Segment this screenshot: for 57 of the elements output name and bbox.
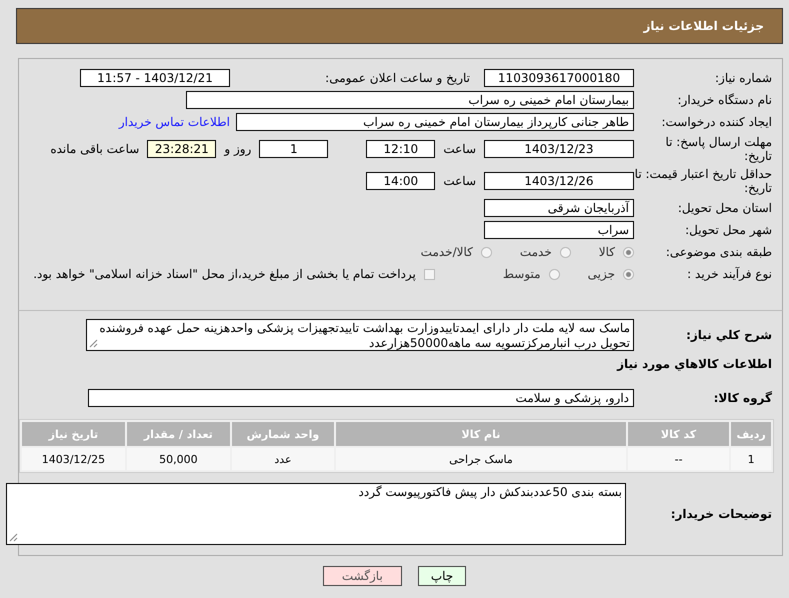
print-button[interactable]: چاپ <box>418 566 466 586</box>
time-field: 12:10 <box>366 140 436 158</box>
announce-date-field: 1403/12/21 - 11:57 <box>80 69 230 87</box>
resize-grip-icon <box>89 339 98 348</box>
description-textarea[interactable]: ماسک سه لایه ملت دار دارای ایمدتاییدوزارت بهداشت تاییدتجهیزات پزشکی واحدهزینه حمل عهده فروشنده تحویل درب انبارمرکزتسویه سه ماهه50000هزارعدد <box>86 319 634 351</box>
province-field: آذربایجان شرقی <box>484 199 634 217</box>
field-label: نام دستگاه خریدار: <box>676 93 773 107</box>
table-cell: ماسک جراحی <box>336 448 626 470</box>
table-cell: عدد <box>232 448 334 470</box>
column-header: کد کالا <box>628 422 730 446</box>
field-label: حداقل تاریخ اعتبار قیمت: تا تاریخ: <box>634 167 773 195</box>
field-label: ایجاد کننده درخواست: <box>660 115 773 129</box>
header-title: جزئیات اطلاعات نیاز <box>643 19 764 33</box>
resize-grip-icon <box>9 533 18 542</box>
remaining-time-field: 23:28:21 <box>147 140 216 158</box>
column-header: نام کالا <box>336 422 626 446</box>
buyer-notes-textarea[interactable]: بسته بندی 50عددبندکش دار پیش فاکتورپیوست گردد <box>6 483 626 545</box>
field-label: شرح کلي نیاز: <box>685 328 773 342</box>
time-label: ساعت <box>443 174 476 188</box>
table-cell: 1 <box>731 448 771 470</box>
field-label: مهلت ارسال پاسخ: تا تاریخ: <box>664 135 773 163</box>
remaining-label: ساعت باقی مانده <box>50 142 140 156</box>
date-field: 1403/12/23 <box>484 140 634 158</box>
field-label: طبقه بندی موضوعی: <box>664 245 773 259</box>
radio-option[interactable]: جزیی <box>588 267 634 281</box>
radio-option[interactable]: کالا/خدمت <box>420 245 492 259</box>
buyer-org-field: بیمارستان امام خمینی ره سراب <box>186 91 634 109</box>
field-label: شهر محل تحویل: <box>684 223 773 237</box>
goods-group-field: دارو، پزشکی و سلامت <box>88 389 634 407</box>
city-field: سراب <box>484 221 634 239</box>
field-label: نوع فرآیند خرید : <box>686 267 773 281</box>
time-label: ساعت <box>443 142 476 156</box>
table-cell: 50,000 <box>126 448 230 470</box>
back-button[interactable]: بازگشت <box>322 566 402 586</box>
treasury-checkbox[interactable]: پرداخت تمام یا بخشی از مبلغ خرید،از محل "اسناد خزانه اسلامی" خواهد بود. <box>33 267 435 281</box>
table-cell: -- <box>628 448 730 470</box>
need-number-field: 1103093617000180 <box>484 69 634 87</box>
column-header: تاریخ نیاز <box>22 422 125 446</box>
time-field: 14:00 <box>366 172 436 190</box>
field-label: توضیحات خریدار: <box>670 507 773 521</box>
days-field: 1 <box>259 140 328 158</box>
field-label: گروه کالا: <box>712 391 773 405</box>
radio-option[interactable]: متوسط <box>502 267 560 281</box>
days-label: روز و <box>224 142 252 156</box>
radio-option[interactable]: خدمت <box>520 245 571 259</box>
radio-option[interactable]: کالا <box>598 245 634 259</box>
date-field: 1403/12/26 <box>484 172 634 190</box>
field-label: تاریخ و ساعت اعلان عمومی: <box>324 71 470 85</box>
section-title: اطلاعات کالاهاي مورد نیاز <box>617 357 773 371</box>
buyer-contact-link[interactable]: اطلاعات تماس خریدار <box>118 115 230 129</box>
column-header: تعداد / مقدار <box>126 422 230 446</box>
field-label: استان محل تحویل: <box>676 201 773 215</box>
column-header: ردیف <box>731 422 771 446</box>
table-cell: 1403/12/25 <box>22 448 125 470</box>
field-label: شماره نیاز: <box>714 71 773 85</box>
column-header: واحد شمارش <box>232 422 334 446</box>
creator-field: طاهر جنانی کارپرداز بیمارستان امام خمینی ره سراب <box>236 113 634 131</box>
